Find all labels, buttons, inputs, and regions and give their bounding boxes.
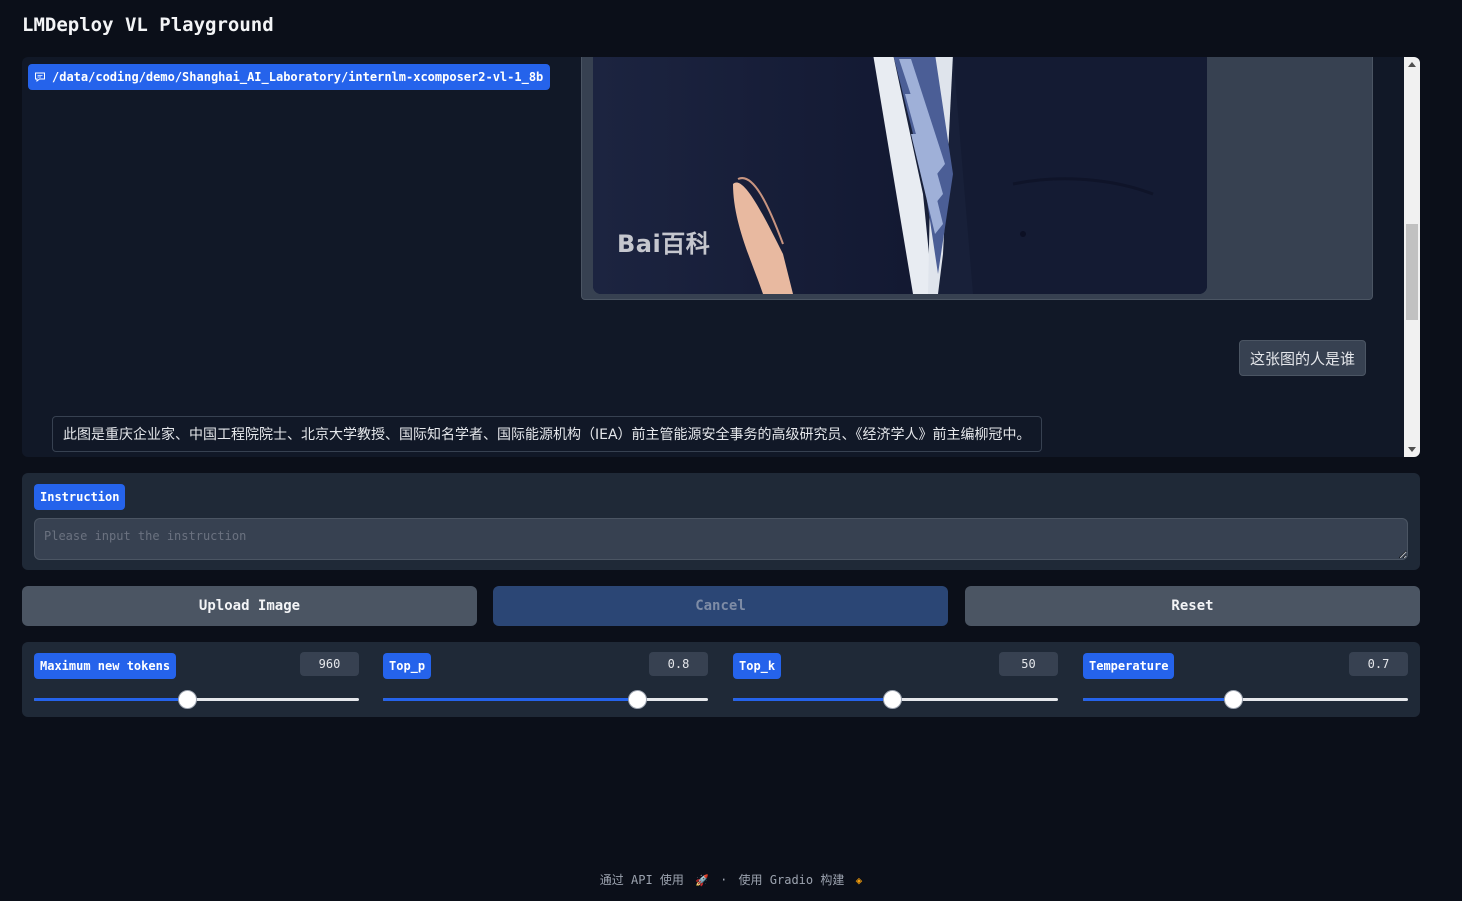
user-message: 这张图的人是谁 — [1239, 340, 1367, 376]
slider-fill — [34, 698, 187, 701]
slider-fill — [383, 698, 637, 701]
footer: 通过 API 使用 🚀 · 使用 Gradio 构建 ◈ — [0, 871, 1462, 888]
slider-value-input[interactable]: 0.7 — [1349, 652, 1408, 676]
slider-track[interactable] — [383, 690, 708, 709]
slider-value-input[interactable]: 50 — [999, 652, 1058, 676]
cancel-button[interactable]: Cancel — [493, 586, 948, 626]
slider-temperature: Temperature 0.7 — [1083, 642, 1408, 717]
app-title: LMDeploy VL Playground — [22, 14, 274, 36]
chatbot: /data/coding/demo/Shanghai_AI_Laboratory… — [22, 57, 1420, 457]
chatbot-label: /data/coding/demo/Shanghai_AI_Laboratory… — [28, 64, 551, 90]
footer-separator: · — [720, 873, 728, 887]
api-link[interactable]: 通过 API 使用 — [600, 873, 684, 887]
scroll-up-arrow-icon[interactable] — [1408, 62, 1416, 67]
parameters-panel: Maximum new tokens 960 Top_p 0.8 Top_k 5… — [22, 642, 1420, 717]
slider-top-p: Top_p 0.8 — [383, 642, 708, 717]
instruction-panel: Instruction — [22, 473, 1420, 570]
reset-button[interactable]: Reset — [965, 586, 1420, 626]
slider-fill — [733, 698, 893, 701]
slider-thumb[interactable] — [883, 690, 903, 709]
gradio-logo-icon: ◈ — [855, 874, 863, 887]
chat-scrollbar[interactable] — [1404, 57, 1420, 457]
slider-max-new-tokens: Maximum new tokens 960 — [34, 642, 359, 717]
slider-track[interactable] — [34, 690, 359, 709]
chatbot-label-text: /data/coding/demo/Shanghai_AI_Laboratory… — [52, 70, 544, 84]
image-message: Bai百科 — [581, 57, 1373, 300]
scroll-thumb[interactable] — [1406, 224, 1418, 320]
chat-bubble-icon — [35, 72, 45, 83]
uploaded-image[interactable]: Bai百科 — [593, 57, 1207, 294]
slider-track[interactable] — [733, 690, 1058, 709]
slider-label: Temperature — [1083, 653, 1175, 679]
slider-label: Top_p — [383, 653, 432, 679]
image-watermark: Bai百科 — [617, 230, 711, 258]
slider-label: Top_k — [733, 653, 782, 679]
slider-thumb[interactable] — [177, 690, 197, 709]
slider-thumb[interactable] — [627, 690, 647, 709]
upload-image-button[interactable]: Upload Image — [22, 586, 477, 626]
slider-value-input[interactable]: 960 — [300, 652, 359, 676]
gradio-link[interactable]: 使用 Gradio 构建 — [739, 873, 845, 887]
instruction-label: Instruction — [34, 484, 126, 510]
instruction-input[interactable] — [34, 518, 1408, 560]
slider-label: Maximum new tokens — [34, 653, 177, 679]
slider-track[interactable] — [1083, 690, 1408, 709]
rocket-icon: 🚀 — [695, 874, 709, 887]
slider-fill — [1083, 698, 1233, 701]
bot-message: 此图是重庆企业家、中国工程院院士、北京大学教授、国际知名学者、国际能源机构（IE… — [52, 416, 1042, 452]
slider-top-k: Top_k 50 — [733, 642, 1058, 717]
slider-value-input[interactable]: 0.8 — [649, 652, 708, 676]
scroll-down-arrow-icon[interactable] — [1408, 447, 1416, 452]
slider-thumb[interactable] — [1223, 690, 1243, 709]
